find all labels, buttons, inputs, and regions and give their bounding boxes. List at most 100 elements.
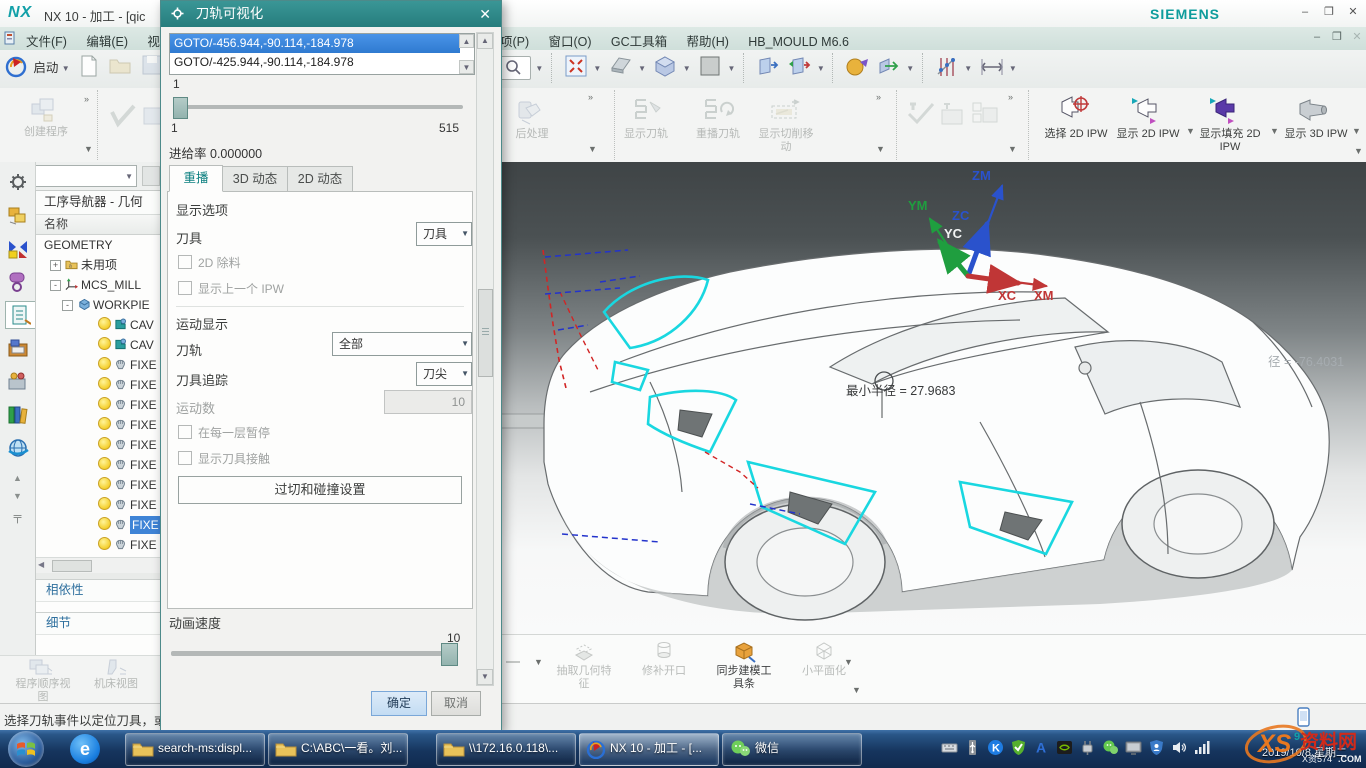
goto-scroll-up-icon[interactable]: ▲ xyxy=(459,34,474,48)
open-file-icon[interactable] xyxy=(107,54,133,80)
measure-distance-icon[interactable] xyxy=(979,54,1005,80)
child-minimize-button[interactable]: – xyxy=(1306,30,1328,46)
operation-navigator-tab-icon[interactable] xyxy=(5,301,36,329)
search-dropdown-icon[interactable]: ▼ xyxy=(535,54,545,80)
bulb-icon[interactable] xyxy=(98,377,111,390)
tree-label[interactable]: CAV xyxy=(130,338,154,352)
shaded-dropdown-icon[interactable]: ▼ xyxy=(638,54,648,80)
show-2d-ipw-label[interactable]: 显示 2D IPW xyxy=(1112,128,1184,141)
machine-navigator-icon[interactable] xyxy=(5,336,31,362)
tab-2d-dynamic[interactable]: 2D 动态 xyxy=(287,166,353,193)
taskbar-button-2[interactable]: \\172.16.0.118\... xyxy=(436,733,576,766)
vp-tool-0[interactable]: 抽取几何特征 xyxy=(548,639,620,691)
tree-row-fixe[interactable]: FIXE xyxy=(36,355,161,375)
tray-wechat-icon[interactable] xyxy=(1102,739,1119,756)
menu-help[interactable]: 帮助(H) xyxy=(679,27,737,50)
tree-label[interactable]: FIXE xyxy=(130,458,157,472)
dialog-scroll-up-icon[interactable]: ▲ xyxy=(477,33,493,49)
speed-slider-track[interactable] xyxy=(171,651,455,656)
menu-gc-toolbox[interactable]: GC工具箱 xyxy=(603,27,675,50)
post-group-dropdown-icon[interactable]: ▼ xyxy=(588,144,597,154)
create-group-dropdown-icon[interactable]: ▼ xyxy=(84,144,93,154)
tree-label[interactable]: 未用项 xyxy=(81,258,117,272)
gouge-collision-button[interactable]: 过切和碰撞设置 xyxy=(178,476,462,504)
verify-toolpath-icon[interactable] xyxy=(906,100,936,131)
move-dropdown-icon[interactable]: ▼ xyxy=(817,54,827,80)
replay-toolpath-label[interactable]: 重播刀轨 xyxy=(680,128,756,141)
dialog-title-bar[interactable]: 刀轨可视化 ✕ xyxy=(161,1,501,27)
cancel-button[interactable]: 取消 xyxy=(431,691,481,716)
verify-gouge-icon[interactable] xyxy=(938,100,968,131)
show-3d-ipw-icon[interactable] xyxy=(1296,96,1330,125)
checkbox-2d-material[interactable]: 2D 除料 xyxy=(178,254,241,271)
tree-label[interactable]: FIXE xyxy=(130,516,161,534)
verify-group-dropdown-icon[interactable]: ▼ xyxy=(1008,144,1017,154)
dialog-close-icon[interactable]: ✕ xyxy=(479,1,491,27)
mobile-device-icon[interactable] xyxy=(1296,707,1311,730)
tray-signal-icon[interactable] xyxy=(1194,739,1211,756)
show-3d-ipw-dropdown-icon[interactable]: ▼ xyxy=(1352,126,1361,136)
tray-speaker-icon[interactable] xyxy=(1171,739,1188,756)
bulb-icon[interactable] xyxy=(98,497,111,510)
verify-group-overflow-icon[interactable]: » xyxy=(1008,92,1013,102)
ok-button[interactable]: 确定 xyxy=(371,691,427,716)
bulb-icon[interactable] xyxy=(98,417,111,430)
background-dropdown-icon[interactable]: ▼ xyxy=(727,54,737,80)
show-cutting-moves-icon[interactable] xyxy=(768,98,802,127)
vp-group-dropdown2-icon[interactable]: ▼ xyxy=(852,685,861,695)
tree-label[interactable]: FIXE xyxy=(130,358,157,372)
tray-monitor-icon[interactable] xyxy=(1125,739,1142,756)
constraint-navigator-icon[interactable] xyxy=(5,235,31,261)
tree-row-mcs_mill[interactable]: -MCS_MILL xyxy=(36,275,161,295)
show-hide-icon[interactable] xyxy=(755,54,781,80)
show-3d-ipw-label[interactable]: 显示 3D IPW xyxy=(1282,128,1350,141)
restore-button[interactable]: ❐ xyxy=(1318,5,1340,21)
bulb-icon[interactable] xyxy=(98,517,111,530)
true-shading-icon[interactable] xyxy=(845,54,871,80)
tree-label[interactable]: FIXE xyxy=(130,538,157,552)
library-icon[interactable] xyxy=(5,402,31,428)
menu-file[interactable]: 文件(F) xyxy=(18,27,75,50)
replay-toolpath-icon[interactable] xyxy=(700,96,734,129)
shaded-view-icon[interactable] xyxy=(608,54,634,80)
bulb-icon[interactable] xyxy=(98,317,111,330)
bulb-icon[interactable] xyxy=(98,357,111,370)
checkbox-pause-each-level[interactable]: 在每一层暂停 xyxy=(178,424,270,441)
path-group-overflow-icon[interactable]: » xyxy=(876,92,881,102)
create-program-label[interactable]: 创建程序 xyxy=(6,126,86,139)
render-style-dropdown-icon[interactable]: ▼ xyxy=(683,54,693,80)
render-style-cube-icon[interactable] xyxy=(652,54,678,80)
tray-usb-icon[interactable] xyxy=(964,739,981,756)
hscroll-left-icon[interactable]: ◀ xyxy=(38,560,44,569)
tree-row-cav[interactable]: CAV xyxy=(36,315,161,335)
tray-shield-green-icon[interactable] xyxy=(1010,739,1027,756)
section-dropdown-icon[interactable]: ▼ xyxy=(906,54,916,80)
tree-label[interactable]: FIXE xyxy=(130,478,157,492)
dialog-scrollbar[interactable]: ▲ ▼ xyxy=(476,32,494,686)
verify-toolpath-icon-left[interactable] xyxy=(108,102,138,135)
tree-row-fixe[interactable]: FIXE xyxy=(36,435,161,455)
deviation-dropdown-icon[interactable]: ▼ xyxy=(964,54,974,80)
tree-label[interactable]: WORKPIE xyxy=(93,298,150,312)
show-filled-2d-ipw-icon[interactable] xyxy=(1208,94,1242,127)
bulb-icon[interactable] xyxy=(98,337,111,350)
position-slider-track[interactable] xyxy=(173,105,463,109)
bulb-icon[interactable] xyxy=(98,477,111,490)
checkbox-show-tool-contact[interactable]: 显示刀具接触 xyxy=(178,450,270,467)
tree-row-fixe[interactable]: FIXE xyxy=(36,535,161,555)
bulb-icon[interactable] xyxy=(98,457,111,470)
tree-label[interactable]: GEOMETRY xyxy=(44,238,112,252)
tree-row-fixe[interactable]: FIXE xyxy=(36,395,161,415)
measure-deviation-icon[interactable] xyxy=(934,54,960,80)
taskbar-button-1[interactable]: C:\ABC\一看。刘... xyxy=(268,733,408,766)
start-button[interactable]: 启动 xyxy=(33,50,58,86)
nx-start-icon[interactable] xyxy=(3,54,29,80)
show-filled-2d-ipw-dropdown-icon[interactable]: ▼ xyxy=(1270,126,1279,136)
tree-row-fixe[interactable]: FIXE xyxy=(36,475,161,495)
tray-a-icon[interactable]: A xyxy=(1033,739,1050,756)
select-2d-ipw-label[interactable]: 选择 2D IPW xyxy=(1040,128,1112,141)
edit-section-icon[interactable] xyxy=(876,54,902,80)
motion-count-input[interactable]: 10 xyxy=(384,390,472,414)
path-group-dropdown-icon[interactable]: ▼ xyxy=(876,144,885,154)
taskbar-button-3[interactable]: NX 10 - 加工 - [... xyxy=(579,733,719,766)
